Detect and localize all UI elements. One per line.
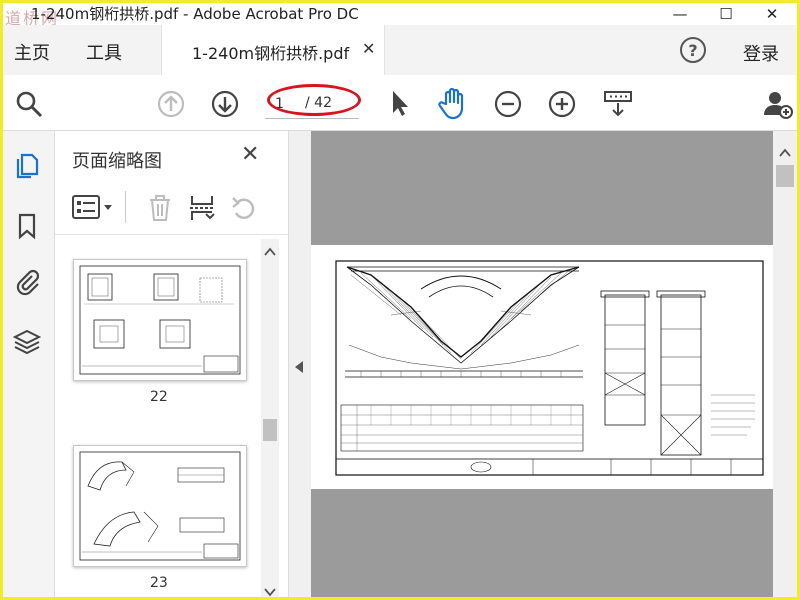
doc-scroll-thumb[interactable] [776, 165, 794, 187]
rotate-icon[interactable] [229, 193, 259, 223]
document-view[interactable] [311, 131, 773, 597]
thumbnail-label: 23 [150, 575, 168, 591]
panel-toolbar [55, 179, 289, 235]
extract-icon[interactable] [187, 193, 217, 223]
thumbnail-23-drawing [79, 451, 241, 561]
document-tab-label: 1-240m钢桁拱桥.pdf [192, 44, 350, 63]
doc-scroll-up-icon[interactable] [773, 145, 797, 161]
attachment-icon[interactable] [12, 267, 42, 297]
panel-title: 页面缩略图 [72, 151, 162, 172]
thumbnail-label: 22 [150, 389, 168, 405]
thumbnail-22-drawing [79, 265, 241, 375]
toolbar: / 42 [3, 75, 797, 131]
thumbnail-page-23[interactable] [73, 445, 247, 567]
highlight-ellipse [267, 84, 361, 116]
login-button[interactable]: 登录 [743, 40, 779, 66]
search-icon[interactable] [12, 87, 46, 121]
bridge-drawing [335, 260, 764, 476]
app-frame: 道桥网 1-240m钢桁拱桥.pdf - Adobe Acrobat Pro D… [0, 0, 800, 600]
minimize-button[interactable]: — [657, 3, 703, 25]
pages-icon[interactable] [12, 151, 42, 181]
add-user-icon[interactable] [761, 87, 795, 121]
prev-page-icon[interactable] [155, 88, 187, 120]
tab-home[interactable]: 主页 [14, 39, 50, 65]
collapse-arrow-icon[interactable] [289, 357, 311, 377]
select-arrow-icon[interactable] [385, 87, 415, 119]
zoom-out-icon[interactable] [492, 88, 524, 120]
bookmark-icon[interactable] [12, 211, 42, 241]
scroll-up-icon[interactable] [261, 245, 279, 259]
document-scrollbar[interactable] [773, 131, 797, 597]
title-bar: 道桥网 1-240m钢桁拱桥.pdf - Adobe Acrobat Pro D… [3, 3, 797, 28]
tab-document[interactable]: 1-240m钢桁拱桥.pdf ✕ [161, 25, 385, 75]
zoom-in-icon[interactable] [546, 88, 578, 120]
tab-tools[interactable]: 工具 [86, 39, 122, 65]
delete-icon[interactable] [145, 193, 175, 223]
left-rail [3, 131, 55, 597]
next-page-icon[interactable] [209, 88, 241, 120]
maximize-button[interactable]: ☐ [703, 3, 749, 25]
close-window-button[interactable]: ✕ [749, 3, 795, 25]
panel-scrollbar[interactable] [261, 239, 279, 599]
panel-scroll-thumb[interactable] [263, 419, 277, 441]
thumbnail-page-22[interactable] [73, 259, 247, 381]
scroll-mode-icon[interactable] [601, 87, 635, 121]
close-panel-icon[interactable]: ✕ [241, 142, 259, 167]
toolbar-divider [125, 191, 126, 223]
close-tab-icon[interactable]: ✕ [362, 39, 375, 58]
document-page [311, 245, 773, 489]
tab-row: 主页 工具 1-240m钢桁拱桥.pdf ✕ ? 登录 [3, 25, 797, 75]
help-icon[interactable]: ? [680, 37, 706, 63]
layers-icon[interactable] [12, 327, 42, 357]
window-title: 1-240m钢桁拱桥.pdf - Adobe Acrobat Pro DC [31, 5, 359, 23]
panel-collapse-handle[interactable] [289, 131, 311, 597]
thumbnails-panel: 页面缩略图 ✕ 22 23 [55, 131, 289, 599]
options-icon[interactable] [71, 193, 115, 221]
hand-icon[interactable] [436, 85, 472, 121]
scroll-down-icon[interactable] [261, 585, 279, 599]
